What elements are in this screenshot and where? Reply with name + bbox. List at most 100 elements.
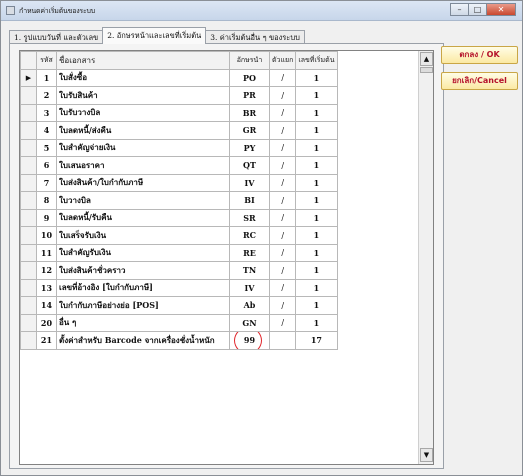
cell-code[interactable]: 7 (36, 173, 57, 192)
cell-separator[interactable]: / (268, 313, 297, 332)
cell-code[interactable]: 6 (36, 156, 57, 175)
cell-prefix[interactable]: GR (229, 121, 270, 140)
row-selector[interactable] (20, 121, 37, 140)
cell-separator[interactable]: / (268, 261, 297, 280)
cell-prefix[interactable]: PR (229, 86, 270, 105)
cell-start-number[interactable]: 1 (295, 243, 338, 262)
row-selector[interactable] (20, 313, 37, 332)
cell-separator[interactable]: / (268, 156, 297, 175)
cell-code[interactable]: 14 (36, 296, 57, 315)
cell-prefix[interactable]: IV (229, 173, 270, 192)
cell-document-name[interactable]: ใบลดหนี้/รับคืน (56, 208, 230, 227)
row-selector[interactable] (20, 243, 37, 262)
table-row[interactable]: 12 ใบส่งสินค้าชั่วคราว TN/1 (20, 261, 338, 280)
cell-prefix[interactable]: Ab (229, 296, 270, 315)
cell-start-number[interactable]: 1 (295, 208, 338, 227)
cell-start-number[interactable]: 1 (295, 121, 338, 140)
cell-separator[interactable]: / (268, 68, 297, 87)
column-header-code[interactable]: รหัส (36, 51, 57, 70)
cell-document-name[interactable]: ใบส่งสินค้าชั่วคราว (56, 261, 230, 280)
cell-prefix[interactable]: QT (229, 156, 270, 175)
cell-separator[interactable]: / (268, 86, 297, 105)
cell-code[interactable]: 5 (36, 138, 57, 157)
column-header-start-number[interactable]: เลขที่เริ่มต้น (295, 51, 338, 70)
cell-start-number[interactable]: 1 (295, 278, 338, 297)
cell-separator[interactable]: / (268, 226, 297, 245)
tab-prefix-start-number[interactable]: 2. อักษรหน้าและเลขที่เริ่มต้น (102, 27, 207, 44)
cell-start-number[interactable]: 1 (295, 173, 338, 192)
row-selector[interactable] (20, 208, 37, 227)
table-row[interactable]: 5 ใบสำคัญจ่ายเงิน PY/1 (20, 138, 338, 157)
scroll-thumb[interactable] (420, 67, 433, 73)
cell-document-name[interactable]: ใบเสร็จรับเงิน (56, 226, 230, 245)
current-row-arrow-icon[interactable]: ▶ (20, 68, 37, 87)
cell-separator[interactable]: / (268, 296, 297, 315)
cell-document-name[interactable]: ใบสำคัญจ่ายเงิน (56, 138, 230, 157)
cell-code[interactable]: 10 (36, 226, 57, 245)
row-selector[interactable] (20, 156, 37, 175)
cell-separator[interactable] (268, 331, 297, 350)
cell-start-number[interactable]: 1 (295, 191, 338, 210)
table-row[interactable]: 14 ใบกำกับภาษีอย่างย่อ [POS] Ab/1 (20, 296, 338, 315)
minimize-button[interactable]: – (450, 3, 469, 16)
cell-document-name[interactable]: ตั้งค่าสำหรับ Barcode จากเครื่องชั่งน้ำห… (56, 331, 230, 350)
cell-start-number[interactable]: 1 (295, 296, 338, 315)
table-row[interactable]: 8 ใบวางบิล BI/1 (20, 191, 338, 210)
cell-prefix[interactable]: RE (229, 243, 270, 262)
table-row[interactable]: 21 ตั้งค่าสำหรับ Barcode จากเครื่องชั่งน้… (20, 331, 338, 350)
cell-prefix[interactable]: PY (229, 138, 270, 157)
cell-start-number[interactable]: 1 (295, 226, 338, 245)
row-selector[interactable] (20, 86, 37, 105)
cell-separator[interactable]: / (268, 191, 297, 210)
cell-code[interactable]: 21 (36, 331, 57, 350)
table-row[interactable]: 10 ใบเสร็จรับเงิน RC/1 (20, 226, 338, 245)
cell-code[interactable]: 8 (36, 191, 57, 210)
cell-start-number[interactable]: 1 (295, 261, 338, 280)
cell-document-name[interactable]: ใบเสนอราคา (56, 156, 230, 175)
table-row[interactable]: 7 ใบส่งสินค้า/ใบกำกับภาษี IV/1 (20, 173, 338, 192)
cell-separator[interactable]: / (268, 173, 297, 192)
cell-code[interactable]: 20 (36, 313, 57, 332)
row-selector[interactable] (20, 173, 37, 192)
table-row[interactable]: 3 ใบรับวางบิล BR/1 (20, 103, 338, 122)
cell-code[interactable]: 11 (36, 243, 57, 262)
cell-start-number[interactable]: 1 (295, 103, 338, 122)
row-selector[interactable] (20, 331, 37, 350)
cell-document-name[interactable]: ใบวางบิล (56, 191, 230, 210)
table-row[interactable]: 6 ใบเสนอราคา QT/1 (20, 156, 338, 175)
cell-code[interactable]: 3 (36, 103, 57, 122)
cell-document-name[interactable]: ใบรับวางบิล (56, 103, 230, 122)
table-row[interactable]: 4 ใบลดหนี้/ส่งคืน GR/1 (20, 121, 338, 140)
cell-separator[interactable]: / (268, 208, 297, 227)
cell-code[interactable]: 9 (36, 208, 57, 227)
cell-code[interactable]: 12 (36, 261, 57, 280)
cell-separator[interactable]: / (268, 121, 297, 140)
cell-code[interactable]: 1 (36, 68, 57, 87)
maximize-button[interactable]: □ (468, 3, 487, 16)
cell-prefix[interactable]: TN (229, 261, 270, 280)
cell-document-name[interactable]: ใบรับสินค้า (56, 86, 230, 105)
table-row[interactable]: 9 ใบลดหนี้/รับคืน SR/1 (20, 208, 338, 227)
cell-start-number[interactable]: 1 (295, 313, 338, 332)
cell-prefix[interactable]: RC (229, 226, 270, 245)
cell-document-name[interactable]: ใบสั่งซื้อ (56, 68, 230, 87)
row-selector[interactable] (20, 261, 37, 280)
table-row[interactable]: 13 เลขที่อ้างอิง [ใบกำกับภาษี] IV/1 (20, 278, 338, 297)
cell-start-number[interactable]: 1 (295, 138, 338, 157)
table-row[interactable]: 11 ใบสำคัญรับเงิน RE/1 (20, 243, 338, 262)
cell-prefix[interactable]: IV (229, 278, 270, 297)
column-header-document-name[interactable]: ชื่อเอกสาร (56, 51, 230, 70)
scroll-down-arrow-icon[interactable]: ▼ (420, 448, 433, 462)
cell-code[interactable]: 2 (36, 86, 57, 105)
row-selector[interactable] (20, 103, 37, 122)
cell-separator[interactable]: / (268, 243, 297, 262)
cell-prefix[interactable]: GN (229, 313, 270, 332)
cell-prefix[interactable]: 99 (229, 331, 270, 350)
row-selector[interactable] (20, 296, 37, 315)
vertical-scrollbar[interactable]: ▲ ▼ (418, 51, 433, 464)
tab-other-defaults[interactable]: 3. ค่าเริ่มต้นอื่น ๆ ของระบบ (205, 30, 305, 44)
ok-button[interactable]: ตกลง / OK (441, 46, 518, 64)
cell-prefix[interactable]: SR (229, 208, 270, 227)
cell-separator[interactable]: / (268, 103, 297, 122)
table-row[interactable]: 2 ใบรับสินค้า PR/1 (20, 86, 338, 105)
